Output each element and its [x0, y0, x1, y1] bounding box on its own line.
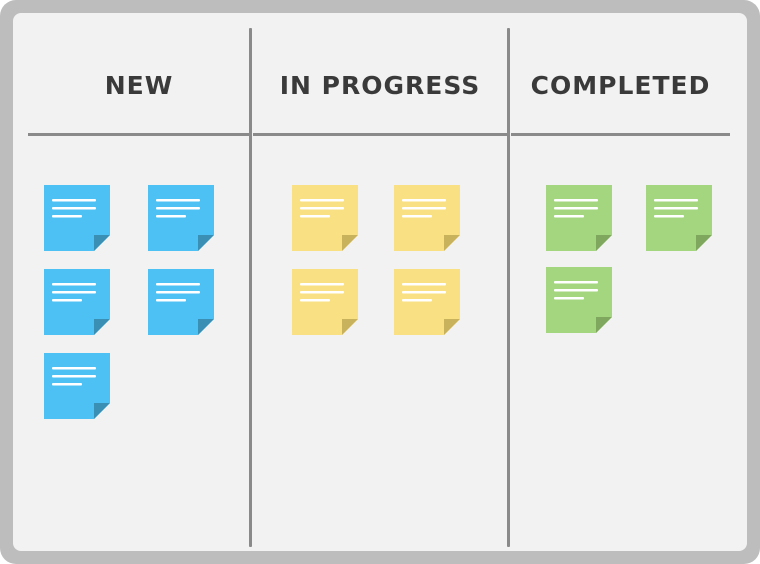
sticky-note-text-line [300, 207, 344, 210]
sticky-note-text-line [554, 199, 598, 202]
column-divider-2 [507, 28, 510, 547]
sticky-note-fold [198, 235, 214, 251]
sticky-note-new-5[interactable] [44, 353, 110, 419]
sticky-note-text-line [156, 291, 200, 294]
sticky-note-completed-1[interactable] [546, 185, 612, 251]
sticky-note-fold [696, 235, 712, 251]
sticky-note-shape [546, 267, 612, 333]
sticky-note-shape [292, 185, 358, 251]
sticky-note-text-line [402, 199, 446, 202]
sticky-note-text-line [654, 199, 698, 202]
sticky-note-text-line [52, 283, 96, 286]
sticky-note-fold [444, 319, 460, 335]
sticky-note-text-line [52, 199, 96, 202]
sticky-note-text-line [554, 215, 584, 218]
sticky-note-fold [444, 235, 460, 251]
sticky-note-shape [44, 269, 110, 335]
sticky-note-shape [292, 269, 358, 335]
sticky-note-text-line [402, 299, 432, 302]
sticky-note-text-line [156, 299, 186, 302]
sticky-note-shape [394, 185, 460, 251]
sticky-note-text-line [300, 215, 330, 218]
sticky-note-in-progress-3[interactable] [292, 269, 358, 335]
sticky-note-text-line [654, 215, 684, 218]
header-divider-new [28, 133, 250, 136]
sticky-note-text-line [300, 199, 344, 202]
sticky-note-shape [546, 185, 612, 251]
sticky-note-in-progress-1[interactable] [292, 185, 358, 251]
column-divider-1 [249, 28, 252, 547]
sticky-note-fold [94, 403, 110, 419]
header-divider-completed [511, 133, 730, 136]
sticky-note-completed-2[interactable] [646, 185, 712, 251]
sticky-note-shape [148, 185, 214, 251]
sticky-note-new-3[interactable] [44, 269, 110, 335]
sticky-note-shape [646, 185, 712, 251]
sticky-note-fold [94, 319, 110, 335]
sticky-note-fold [342, 235, 358, 251]
sticky-note-text-line [402, 215, 432, 218]
sticky-note-completed-3[interactable] [546, 267, 612, 333]
column-title-new: NEW [104, 71, 174, 100]
sticky-note-text-line [554, 281, 598, 284]
sticky-note-text-line [52, 215, 82, 218]
sticky-note-text-line [300, 291, 344, 294]
sticky-note-text-line [156, 199, 200, 202]
kanban-board-frame: NEW IN PROGRESS COMPLETED [0, 0, 760, 564]
sticky-note-new-4[interactable] [148, 269, 214, 335]
column-title-completed: COMPLETED [530, 71, 711, 100]
sticky-note-text-line [402, 207, 446, 210]
sticky-note-text-line [300, 299, 330, 302]
sticky-note-shape [44, 185, 110, 251]
sticky-note-text-line [654, 207, 698, 210]
sticky-note-new-2[interactable] [148, 185, 214, 251]
sticky-note-text-line [52, 383, 82, 386]
sticky-note-shape [148, 269, 214, 335]
sticky-note-fold [596, 235, 612, 251]
header-divider-in-progress [253, 133, 507, 136]
sticky-note-text-line [300, 283, 344, 286]
sticky-note-text-line [52, 291, 96, 294]
sticky-note-text-line [402, 283, 446, 286]
sticky-note-text-line [156, 207, 200, 210]
sticky-note-fold [342, 319, 358, 335]
sticky-note-text-line [52, 207, 96, 210]
sticky-note-text-line [554, 297, 584, 300]
sticky-note-text-line [156, 283, 200, 286]
sticky-note-new-1[interactable] [44, 185, 110, 251]
sticky-note-text-line [554, 207, 598, 210]
sticky-note-fold [596, 317, 612, 333]
sticky-note-text-line [52, 367, 96, 370]
sticky-note-shape [394, 269, 460, 335]
sticky-note-in-progress-4[interactable] [394, 269, 460, 335]
sticky-note-text-line [52, 375, 96, 378]
column-title-in-progress: IN PROGRESS [279, 71, 481, 100]
sticky-note-text-line [402, 291, 446, 294]
kanban-board: NEW IN PROGRESS COMPLETED [13, 13, 747, 551]
sticky-note-text-line [52, 299, 82, 302]
sticky-note-shape [44, 353, 110, 419]
sticky-note-text-line [156, 215, 186, 218]
sticky-note-text-line [554, 289, 598, 292]
sticky-note-in-progress-2[interactable] [394, 185, 460, 251]
sticky-note-fold [198, 319, 214, 335]
sticky-note-fold [94, 235, 110, 251]
